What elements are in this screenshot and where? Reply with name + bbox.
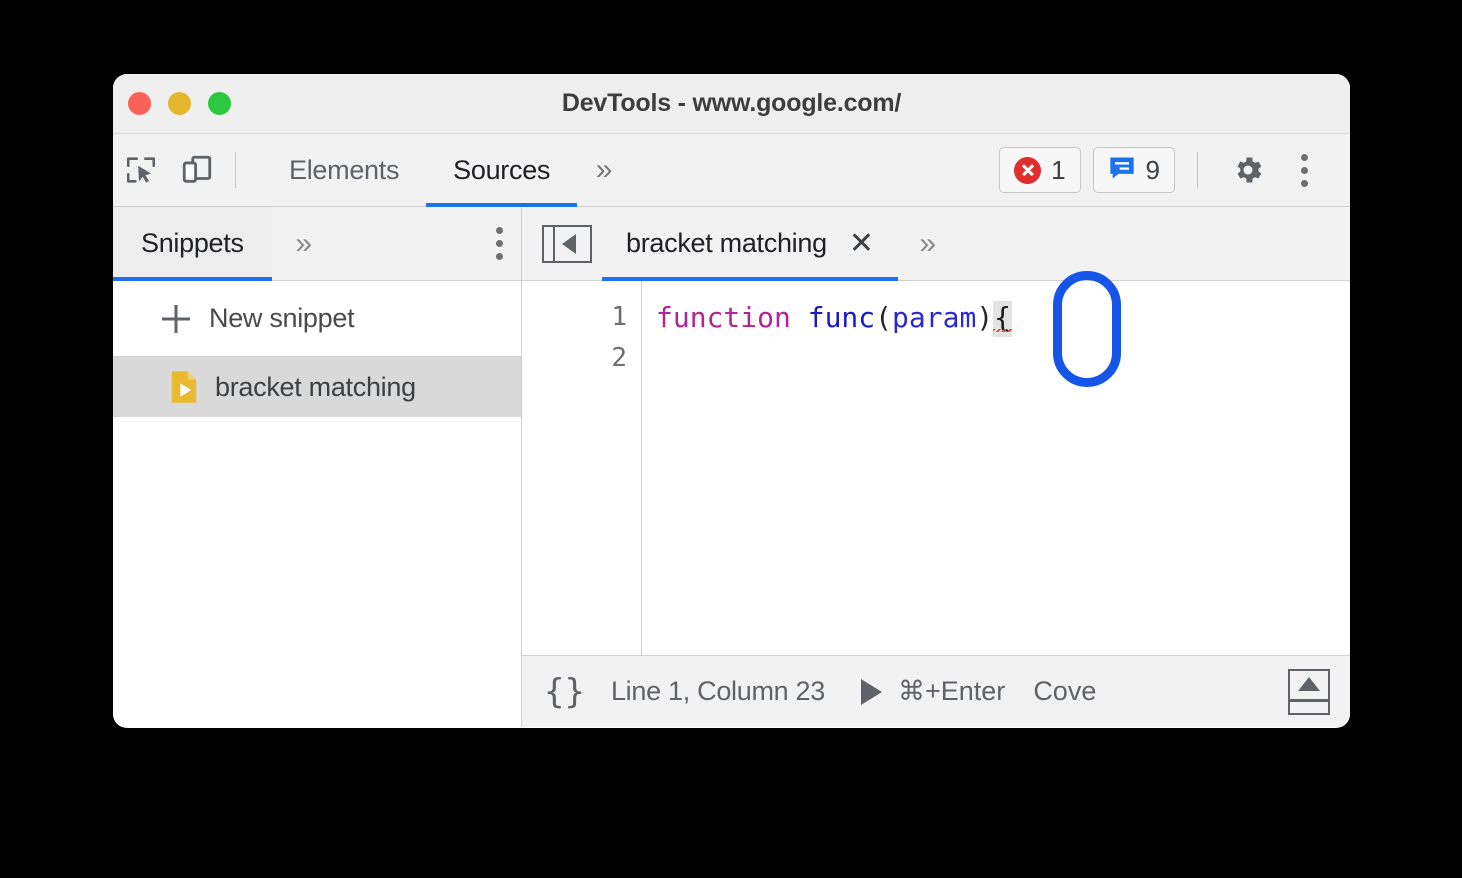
message-count: 9 — [1145, 154, 1160, 185]
token-keyword: function — [656, 301, 791, 334]
pretty-print-icon[interactable]: {} — [544, 672, 585, 712]
panel-tabs-overflow-chevron-icon[interactable]: » — [577, 134, 631, 206]
code-editor[interactable]: 1 2 function func(param){ — [522, 281, 1350, 655]
token-close-paren: ) — [976, 301, 994, 334]
token-unmatched-brace: { — [993, 301, 1013, 337]
tab-elements[interactable]: Elements — [262, 134, 426, 206]
line-number-gutter: 1 2 — [522, 281, 642, 655]
tab-snippets[interactable]: Snippets — [113, 207, 272, 281]
plus-icon — [161, 304, 191, 334]
line-number: 1 — [611, 302, 627, 332]
editor-statusbar: {} Line 1, Column 23 ⌘+Enter Cove — [522, 655, 1350, 727]
message-bubble-icon — [1108, 155, 1136, 186]
inspect-element-icon[interactable] — [113, 142, 169, 198]
collapse-sidebar-icon[interactable] — [542, 224, 592, 263]
device-toolbar-icon[interactable] — [169, 142, 225, 198]
tab-sources[interactable]: Sources — [426, 134, 578, 207]
kebab-menu-icon[interactable] — [1276, 142, 1332, 198]
drawer-divider — [1290, 699, 1328, 702]
snippets-pane: Snippets » New snippet bracket matching — [113, 207, 522, 727]
kebab-dots — [1300, 153, 1308, 187]
coverage-label[interactable]: Cove — [1033, 676, 1096, 707]
close-window-button[interactable] — [128, 92, 151, 115]
devtools-body: Snippets » New snippet bracket matching … — [113, 207, 1350, 727]
gear-icon[interactable] — [1220, 142, 1276, 198]
traffic-lights — [128, 92, 231, 115]
error-count-badge[interactable]: 1 — [999, 147, 1081, 193]
editor-tab-label: bracket matching — [626, 228, 827, 258]
error-circle-icon — [1014, 156, 1042, 184]
cursor-position: Line 1, Column 23 — [610, 676, 825, 706]
editor-tabbar: bracket matching ✕ » — [522, 207, 1350, 281]
devtools-toolbar: Elements Sources » 1 9 — [113, 134, 1350, 207]
toolbar-divider — [235, 152, 236, 188]
new-snippet-button[interactable]: New snippet — [113, 281, 521, 357]
run-shortcut-label: ⌘+Enter — [898, 676, 1006, 706]
collapse-bar — [544, 226, 555, 261]
line-number: 2 — [611, 343, 627, 373]
drawer-toggle-icon[interactable] — [1288, 668, 1330, 715]
code-content[interactable]: function func(param){ — [642, 281, 1350, 655]
snippet-file-icon — [169, 370, 199, 404]
collapse-triangle — [562, 233, 576, 254]
snippets-more-icon[interactable] — [496, 227, 503, 260]
snippets-overflow-chevron-icon[interactable]: » — [272, 207, 336, 280]
kebab-dots — [496, 227, 503, 260]
panel-tabs: Elements Sources » — [262, 134, 631, 207]
message-count-badge[interactable]: 9 — [1092, 147, 1175, 193]
list-item[interactable]: bracket matching — [113, 357, 521, 417]
window-title: DevTools - www.google.com/ — [561, 89, 902, 117]
drawer-triangle — [1298, 676, 1320, 691]
snippet-name: bracket matching — [215, 371, 416, 402]
window-titlebar: DevTools - www.google.com/ — [113, 74, 1350, 134]
new-snippet-label: New snippet — [209, 303, 355, 333]
toolbar-divider-2 — [1197, 152, 1198, 188]
screenshot-stage: DevTools - www.google.com/ Elements Sour… — [0, 0, 1462, 878]
play-icon[interactable] — [861, 678, 882, 705]
maximize-window-button[interactable] — [208, 92, 231, 115]
drawer-icon-shape — [1288, 668, 1330, 715]
token-parameter: param — [892, 301, 977, 334]
devtools-window: DevTools - www.google.com/ Elements Sour… — [113, 74, 1350, 728]
token-function-name: func — [807, 301, 876, 334]
token-open-paren: ( — [875, 301, 893, 334]
editor-tabs-overflow-chevron-icon[interactable]: » — [898, 207, 958, 280]
error-count: 1 — [1051, 154, 1066, 185]
editor-tab-bracket-matching[interactable]: bracket matching ✕ — [602, 207, 898, 281]
close-icon[interactable]: ✕ — [849, 228, 874, 259]
editor-pane: bracket matching ✕ » 1 2 function func(p… — [522, 207, 1350, 727]
minimize-window-button[interactable] — [168, 92, 191, 115]
toolbar-right-controls: 1 9 — [999, 142, 1350, 198]
snippets-pane-header: Snippets » — [113, 207, 521, 281]
